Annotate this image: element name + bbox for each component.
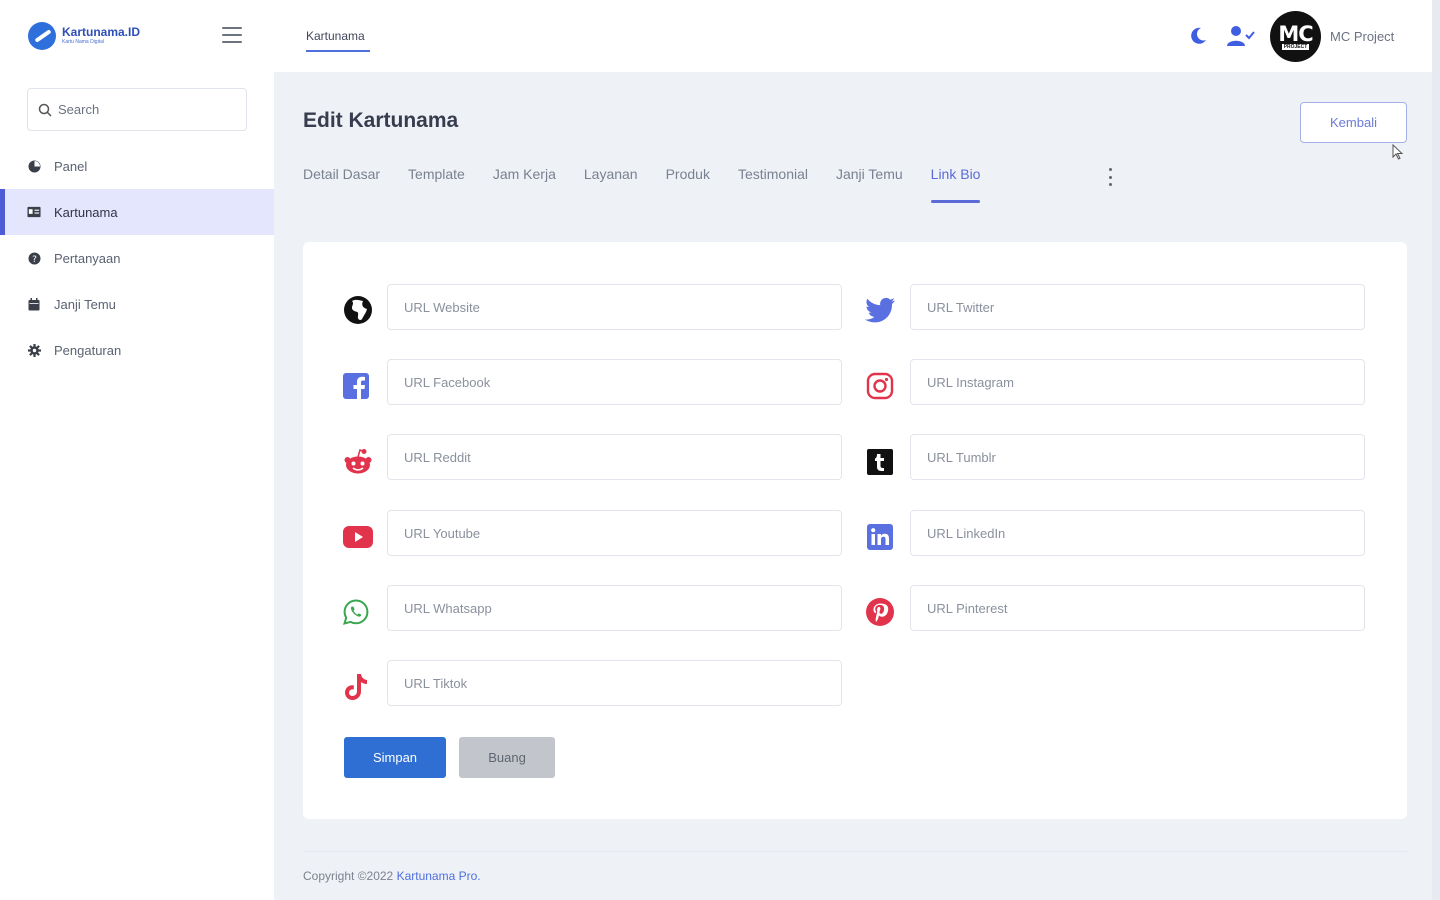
footer-copyright: Copyright ©2022 bbox=[303, 869, 394, 883]
tab-link-bio[interactable]: Link Bio bbox=[930, 166, 980, 204]
sidebar-item-label: Kartunama bbox=[54, 204, 118, 220]
tab-testimonial[interactable]: Testimonial bbox=[738, 166, 808, 204]
sidebar-item-label: Janji Temu bbox=[54, 296, 116, 312]
tab-jam-kerja[interactable]: Jam Kerja bbox=[493, 166, 556, 204]
linkedin-icon bbox=[864, 521, 896, 553]
topbar: Kartunama MC PROJECT MC Project bbox=[274, 0, 1440, 72]
reddit-url-input[interactable] bbox=[387, 434, 842, 480]
gear-icon bbox=[27, 343, 41, 357]
search-box bbox=[27, 88, 247, 131]
header-tab-kartunama[interactable]: Kartunama bbox=[306, 29, 365, 43]
facebook-url-input[interactable] bbox=[387, 359, 842, 405]
tab-produk[interactable]: Produk bbox=[666, 166, 710, 204]
sidebar-menu: Panel Kartunama ? Pertanyaan Janji Temu … bbox=[0, 143, 274, 373]
tab-detail-dasar[interactable]: Detail Dasar bbox=[303, 166, 380, 204]
tumblr-icon bbox=[864, 446, 896, 478]
id-card-icon bbox=[27, 205, 41, 219]
edit-tabs: Detail Dasar Template Jam Kerja Layanan … bbox=[303, 166, 1008, 206]
whatsapp-icon bbox=[340, 596, 372, 628]
calendar-icon bbox=[27, 297, 41, 311]
svg-text:?: ? bbox=[32, 255, 37, 265]
sidebar: Kartunama.ID Kartu Nama Digital Panel Ka… bbox=[0, 0, 274, 900]
pinterest-url-input[interactable] bbox=[910, 585, 1365, 631]
discard-button[interactable]: Buang bbox=[459, 737, 555, 778]
website-url-input[interactable] bbox=[387, 284, 842, 330]
sidebar-item-label: Pengaturan bbox=[54, 342, 122, 358]
facebook-icon bbox=[340, 370, 372, 402]
page-title: Edit Kartunama bbox=[303, 109, 459, 132]
scrollbar-track[interactable] bbox=[1432, 0, 1440, 900]
save-button[interactable]: Simpan bbox=[344, 737, 446, 778]
tab-layanan[interactable]: Layanan bbox=[584, 166, 638, 204]
globe-icon bbox=[342, 294, 374, 326]
sidebar-item-panel[interactable]: Panel bbox=[0, 143, 274, 189]
search-input[interactable] bbox=[58, 102, 228, 117]
youtube-icon bbox=[342, 521, 374, 553]
brand-name: Kartunama.ID bbox=[62, 25, 141, 39]
search-icon bbox=[38, 103, 52, 117]
user-name[interactable]: MC Project bbox=[1330, 29, 1394, 44]
dashboard-icon bbox=[27, 159, 41, 173]
menu-toggle-icon[interactable] bbox=[222, 27, 242, 43]
header-tab-underline bbox=[306, 50, 370, 52]
tiktok-url-input[interactable] bbox=[387, 660, 842, 706]
tab-janji-temu[interactable]: Janji Temu bbox=[836, 166, 903, 204]
sidebar-item-pengaturan[interactable]: Pengaturan bbox=[0, 327, 274, 373]
avatar-subtext: PROJECT bbox=[1281, 43, 1310, 50]
avatar[interactable]: MC PROJECT bbox=[1270, 11, 1321, 62]
footer-divider bbox=[303, 851, 1407, 852]
tiktok-icon bbox=[340, 671, 372, 703]
footer: Copyright ©2022 Kartunama Pro. bbox=[303, 869, 481, 883]
mouse-cursor-icon bbox=[1392, 144, 1404, 160]
twitter-icon bbox=[864, 294, 896, 326]
tumblr-url-input[interactable] bbox=[910, 434, 1365, 480]
reddit-icon bbox=[342, 446, 374, 478]
avatar-initials: MC bbox=[1278, 21, 1313, 46]
question-icon: ? bbox=[27, 251, 41, 265]
youtube-url-input[interactable] bbox=[387, 510, 842, 556]
pinterest-icon bbox=[864, 596, 896, 628]
whatsapp-url-input[interactable] bbox=[387, 585, 842, 631]
sidebar-item-label: Pertanyaan bbox=[54, 250, 121, 266]
sidebar-item-kartunama[interactable]: Kartunama bbox=[0, 189, 274, 235]
tab-template[interactable]: Template bbox=[408, 166, 465, 204]
brand-tagline: Kartu Nama Digital bbox=[62, 39, 104, 45]
instagram-icon bbox=[864, 370, 896, 402]
brand-logo-icon bbox=[28, 22, 56, 50]
back-button[interactable]: Kembali bbox=[1300, 102, 1407, 143]
twitter-url-input[interactable] bbox=[910, 284, 1365, 330]
linkedin-url-input[interactable] bbox=[910, 510, 1365, 556]
sidebar-item-pertanyaan[interactable]: ? Pertanyaan bbox=[0, 235, 274, 281]
more-tabs-icon[interactable] bbox=[1106, 168, 1114, 186]
footer-link[interactable]: Kartunama Pro. bbox=[397, 869, 481, 883]
dark-mode-moon-icon[interactable] bbox=[1188, 26, 1208, 46]
instagram-url-input[interactable] bbox=[910, 359, 1365, 405]
user-check-icon[interactable] bbox=[1227, 25, 1255, 47]
sidebar-item-janji-temu[interactable]: Janji Temu bbox=[0, 281, 274, 327]
sidebar-item-label: Panel bbox=[54, 158, 88, 174]
